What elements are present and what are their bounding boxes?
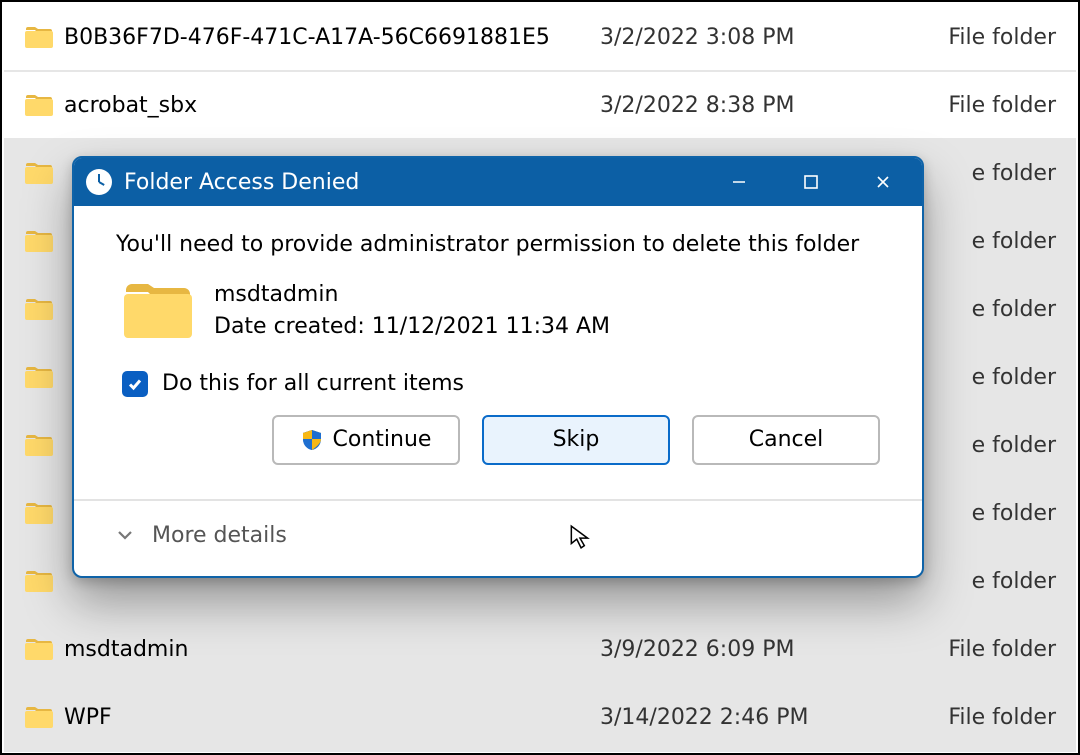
folder-icon [24, 93, 54, 117]
skip-label: Skip [553, 427, 600, 452]
folder-icon [24, 229, 54, 253]
continue-label: Continue [333, 427, 432, 452]
file-row[interactable]: acrobat_sbx3/2/2022 8:38 PMFile folder [4, 72, 1076, 140]
cursor-icon [567, 524, 593, 550]
continue-button[interactable]: Continue [272, 415, 460, 465]
file-row[interactable]: msdtadmin3/9/2022 6:09 PMFile folder [4, 616, 1076, 684]
window-controls [718, 166, 910, 198]
file-type: e folder [920, 433, 1056, 458]
more-details-label: More details [152, 523, 287, 548]
shield-icon [301, 429, 323, 451]
file-row[interactable]: B0B36F7D-476F-471C-A17A-56C6691881E53/2/… [4, 4, 1076, 72]
folder-icon [24, 365, 54, 389]
folder-icon [24, 501, 54, 525]
file-name: B0B36F7D-476F-471C-A17A-56C6691881E5 [60, 25, 600, 50]
dialog-body: You'll need to provide administrator per… [74, 206, 922, 499]
more-details-toggle[interactable]: More details [74, 501, 922, 576]
file-type: e folder [920, 297, 1056, 322]
file-type: File folder [920, 637, 1056, 662]
file-type: e folder [920, 229, 1056, 254]
file-date: 3/9/2022 6:09 PM [600, 637, 920, 662]
cancel-button[interactable]: Cancel [692, 415, 880, 465]
file-name: WPF [60, 705, 600, 730]
file-type: e folder [920, 365, 1056, 390]
folder-icon [24, 433, 54, 457]
dialog-button-row: Continue Skip Cancel [116, 415, 880, 465]
dialog-object-row: msdtadmin Date created: 11/12/2021 11:34… [116, 279, 880, 343]
maximize-button[interactable] [790, 166, 832, 198]
file-type: e folder [920, 501, 1056, 526]
dialog-object-name: msdtadmin [214, 279, 610, 311]
folder-icon [24, 569, 54, 593]
file-date: 3/2/2022 3:08 PM [600, 25, 920, 50]
file-type: File folder [920, 705, 1056, 730]
folder-icon [122, 282, 194, 340]
dialog-object-text: msdtadmin Date created: 11/12/2021 11:34… [214, 279, 610, 343]
dialog-object-meta: Date created: 11/12/2021 11:34 AM [214, 311, 610, 343]
file-type: e folder [920, 161, 1056, 186]
cancel-label: Cancel [749, 427, 824, 452]
dialog-message: You'll need to provide administrator per… [116, 232, 880, 257]
folder-icon [24, 297, 54, 321]
file-type: e folder [920, 569, 1056, 594]
skip-button[interactable]: Skip [482, 415, 670, 465]
apply-all-checkbox[interactable] [122, 371, 148, 397]
dialog-titlebar[interactable]: Folder Access Denied [74, 158, 922, 206]
folder-icon [24, 705, 54, 729]
file-date: 3/2/2022 8:38 PM [600, 93, 920, 118]
file-date: 3/14/2022 2:46 PM [600, 705, 920, 730]
dialog-title: Folder Access Denied [124, 170, 706, 195]
folder-access-denied-dialog: Folder Access Denied You'll need to prov… [72, 156, 924, 578]
clock-icon [86, 169, 112, 195]
file-type: File folder [920, 25, 1056, 50]
file-row[interactable]: WPF3/14/2022 2:46 PMFile folder [4, 684, 1076, 752]
minimize-button[interactable] [718, 166, 760, 198]
apply-all-row: Do this for all current items [116, 371, 880, 397]
apply-all-label: Do this for all current items [162, 371, 464, 396]
close-button[interactable] [862, 166, 904, 198]
file-type: File folder [920, 93, 1056, 118]
file-name: acrobat_sbx [60, 93, 600, 118]
folder-icon [24, 25, 54, 49]
folder-icon [24, 161, 54, 185]
folder-icon [24, 637, 54, 661]
chevron-down-icon [116, 526, 134, 544]
file-name: msdtadmin [60, 637, 600, 662]
